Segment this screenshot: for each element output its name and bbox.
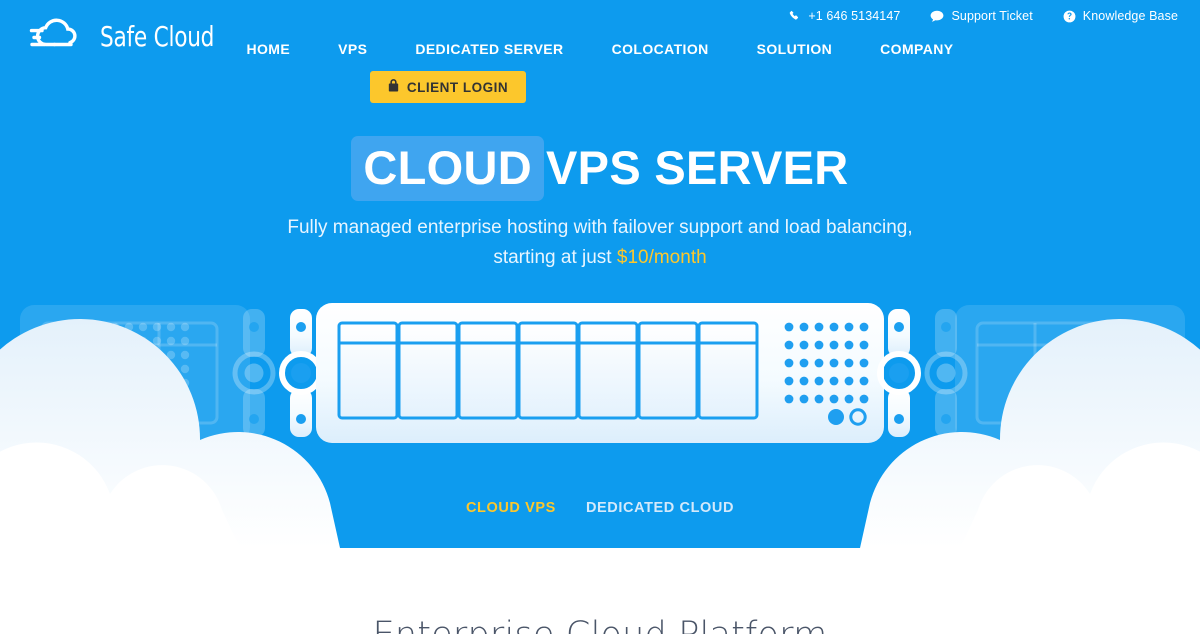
topbar-knowledge-base[interactable]: Knowledge Base <box>1063 9 1178 23</box>
hero-tabs: CLOUD VPS DEDICATED CLOUD <box>0 500 1200 516</box>
nav-item-dedicated-server[interactable]: DEDICATED SERVER <box>391 41 587 57</box>
headline-highlight: CLOUD <box>351 136 545 201</box>
cloud-left-front <box>0 442 240 548</box>
subtitle-line-1: Fully managed enterprise hosting with fa… <box>287 217 913 238</box>
section-title: Enterprise Cloud Platform <box>373 618 828 634</box>
subtitle-line-2-prefix: starting at just <box>493 247 617 268</box>
topbar-kb-label: Knowledge Base <box>1082 9 1178 23</box>
hero-headline: CLOUD VPS SERVER <box>0 136 1200 201</box>
rack-mount-ear-left <box>282 309 320 437</box>
side-rack-right <box>927 303 1187 443</box>
nav-item-home[interactable]: HOME <box>222 41 314 57</box>
rack-mount-ear-right <box>880 309 918 437</box>
topbar-phone-label: +1 646 5134147 <box>808 9 901 23</box>
subtitle-price: $10/month <box>616 247 707 268</box>
enterprise-platform-section: Enterprise Cloud Platform <box>0 548 1200 634</box>
chat-bubble-icon <box>930 10 944 23</box>
topbar-phone[interactable]: +1 646 5134147 <box>789 9 900 23</box>
headline-rest: VPS SERVER <box>546 141 849 194</box>
nav-item-company[interactable]: COMPANY <box>856 41 977 57</box>
question-circle-icon <box>1063 10 1076 23</box>
drive-bays <box>337 321 759 420</box>
nav-item-vps[interactable]: VPS <box>314 41 391 57</box>
topbar-support-label: Support Ticket <box>951 9 1033 23</box>
cloud-right-front <box>960 442 1200 548</box>
phone-icon <box>789 10 801 22</box>
nav-item-solution[interactable]: SOLUTION <box>733 41 857 57</box>
utility-topbar: +1 646 5134147 Support Ticket Knowledge … <box>789 0 1200 32</box>
tab-dedicated-cloud[interactable]: DEDICATED CLOUD <box>586 500 734 516</box>
client-login-wrapper: CLIENT LOGIN <box>0 71 1200 103</box>
rack-server-illustration <box>0 297 1200 449</box>
nav-item-colocation[interactable]: COLOCATION <box>588 41 733 57</box>
client-login-label: CLIENT LOGIN <box>406 79 509 95</box>
main-navigation: HOME VPS DEDICATED SERVER COLOCATION SOL… <box>0 41 1200 57</box>
hero-section: +1 646 5134147 Support Ticket Knowledge … <box>0 0 1200 548</box>
hero-subtitle: Fully managed enterprise hosting with fa… <box>0 213 1200 273</box>
client-login-button[interactable]: CLIENT LOGIN <box>369 71 527 103</box>
tab-cloud-vps[interactable]: CLOUD VPS <box>466 500 556 516</box>
lock-icon <box>388 79 399 95</box>
topbar-support-ticket[interactable]: Support Ticket <box>930 9 1033 23</box>
side-rack-left <box>18 303 273 443</box>
main-rack-server <box>316 303 884 443</box>
